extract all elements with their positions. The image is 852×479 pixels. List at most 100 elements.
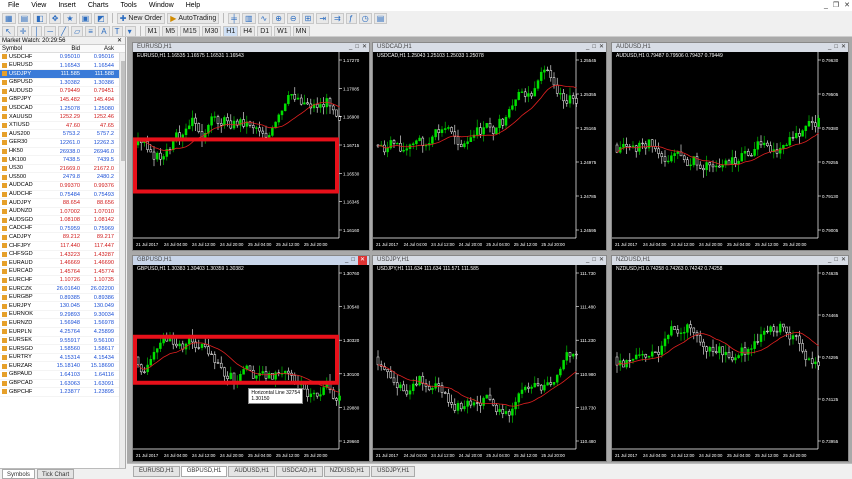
tile-windows-button[interactable]: ⊞ xyxy=(301,12,315,24)
chart-window-audusd[interactable]: AUDUSD,H1 _ □ ✕ 0.79630 0.79505 0.79380 0.7925… xyxy=(611,42,849,251)
menu-tools[interactable]: Tools xyxy=(114,0,142,11)
chart-tab-eurusd[interactable]: EURUSD,H1 xyxy=(133,466,180,477)
chart-title-bar[interactable]: USDJPY,H1 _ □ ✕ xyxy=(373,256,606,265)
maximize-icon[interactable]: □ xyxy=(592,256,596,265)
tf-h1[interactable]: H1 xyxy=(223,25,239,37)
chart-plot[interactable]: 0.79630 0.79505 0.79380 0.79255 0.79130 0.790… xyxy=(612,52,848,250)
col-bid[interactable]: Bid xyxy=(40,45,82,52)
chart-plot[interactable]: 1.17270 1.17085 1.16900 1.16715 1.16530 1.163… xyxy=(133,52,369,250)
market-watch-scrollbar[interactable] xyxy=(119,53,125,468)
tab-tick-chart[interactable]: Tick Chart xyxy=(37,469,75,479)
menu-help[interactable]: Help xyxy=(180,0,206,11)
new-order-button[interactable]: ✚ New Order xyxy=(116,12,166,24)
tf-m5[interactable]: M5 xyxy=(162,25,179,37)
price-chart[interactable]: 111.730 111.480 111.230 110.980 110.730 110.4… xyxy=(373,265,606,461)
terminal-button[interactable]: ▣ xyxy=(78,12,93,24)
autoscroll-button[interactable]: ⇉ xyxy=(331,12,344,24)
zoom-out-button[interactable]: ⊖ xyxy=(286,12,300,24)
chart-shift-button[interactable]: ⇥ xyxy=(316,12,330,24)
new-chart-button[interactable]: ▦ xyxy=(2,12,16,24)
chart-tab-nzdusd[interactable]: NZDUSD,H1 xyxy=(323,466,371,477)
bar-chart-button[interactable]: ╪ xyxy=(228,12,240,24)
tester-button[interactable]: ◩ xyxy=(94,12,108,24)
chart-title-bar[interactable]: NZDUSD,H1 _ □ ✕ xyxy=(612,256,848,265)
chart-window-gbpusd[interactable]: GBPUSD,H1 _ □ ✕ 1.30760 1.30540 1.30320 1.3010… xyxy=(132,255,370,462)
market-watch-button[interactable]: ◧ xyxy=(33,12,47,24)
chart-window-usdcad[interactable]: USDCAD,H1 _ □ ✕ 1.25545 1.25355 1.25165 1.2497… xyxy=(372,42,607,251)
chart-plot[interactable]: 1.30760 1.30540 1.30320 1.30100 1.29880 1.296… xyxy=(133,265,369,461)
chart-window-nzdusd[interactable]: NZDUSD,H1 _ □ ✕ 0.74635 0.74465 0.74295 0.7412… xyxy=(611,255,849,462)
fibonacci-button[interactable]: ≡ xyxy=(85,25,97,37)
maximize-icon[interactable]: □ xyxy=(834,43,838,52)
minimize-icon[interactable]: _ xyxy=(824,0,828,11)
label-button[interactable]: T xyxy=(111,25,123,37)
close-icon[interactable]: ✕ xyxy=(117,37,125,44)
menu-charts[interactable]: Charts xyxy=(82,0,115,11)
minimize-icon[interactable]: _ xyxy=(828,256,831,265)
close-icon[interactable]: ✕ xyxy=(841,256,846,265)
chart-tab-usdcad[interactable]: USDCAD,H1 xyxy=(276,466,323,477)
price-chart[interactable]: 0.74635 0.74465 0.74295 0.74125 0.73955 21 Ju… xyxy=(612,265,848,461)
profiles-button[interactable]: ▤ xyxy=(17,12,32,24)
navigator-button[interactable]: ★ xyxy=(63,12,77,24)
minimize-icon[interactable]: _ xyxy=(828,43,831,52)
channel-button[interactable]: ▱ xyxy=(71,25,84,37)
close-icon[interactable]: ✕ xyxy=(599,43,604,52)
minimize-icon[interactable]: _ xyxy=(349,43,352,52)
price-chart[interactable]: 0.79630 0.79505 0.79380 0.79255 0.79130 0.790… xyxy=(612,52,848,250)
cursor-button[interactable]: ↖ xyxy=(2,25,15,37)
periods-button[interactable]: ◷ xyxy=(358,12,372,24)
menu-insert[interactable]: Insert xyxy=(52,0,82,11)
menu-file[interactable]: File xyxy=(2,0,25,11)
chart-plot[interactable]: 111.730 111.480 111.230 110.980 110.730 110.4… xyxy=(373,265,606,461)
col-symbol[interactable]: Symbol xyxy=(0,45,40,52)
autotrading-button[interactable]: ▶ AutoTrading xyxy=(167,12,220,24)
chart-tab-usdjpy[interactable]: USDJPY,H1 xyxy=(371,466,416,477)
close-icon[interactable]: ✕ xyxy=(841,43,846,52)
minimize-icon[interactable]: _ xyxy=(586,256,589,265)
trendline-button[interactable]: ╱ xyxy=(58,25,70,37)
line-chart-button[interactable]: ∿ xyxy=(257,12,271,24)
tf-m15[interactable]: M15 xyxy=(180,25,200,37)
scrollbar-thumb[interactable] xyxy=(121,61,125,161)
chart-title-bar[interactable]: GBPUSD,H1 _ □ ✕ xyxy=(133,256,369,265)
chart-title-bar[interactable]: USDCAD,H1 _ □ ✕ xyxy=(373,43,606,52)
templates-button[interactable]: ▤ xyxy=(373,12,388,24)
chart-tab-audusd[interactable]: AUDUSD,H1 xyxy=(228,466,276,477)
tf-m30[interactable]: M30 xyxy=(201,25,222,37)
price-chart[interactable]: 1.30760 1.30540 1.30320 1.30100 1.29880 1.296… xyxy=(133,265,369,461)
tf-mn[interactable]: MN xyxy=(292,25,310,37)
crosshair-button[interactable]: ✛ xyxy=(16,25,30,37)
maximize-icon[interactable]: □ xyxy=(351,256,355,265)
close-icon[interactable]: ✕ xyxy=(362,43,367,52)
menu-view[interactable]: View xyxy=(25,0,52,11)
horizontal-line-button[interactable]: ─ xyxy=(44,25,57,37)
chart-window-usdjpy[interactable]: USDJPY,H1 _ □ ✕ 111.730 111.480 111.230 110.98… xyxy=(372,255,607,462)
chart-plot[interactable]: 1.25545 1.25355 1.25165 1.24975 1.24785 1.245… xyxy=(373,52,606,250)
candlestick-button[interactable]: ▥ xyxy=(241,12,256,24)
tf-d1[interactable]: D1 xyxy=(257,25,273,37)
vertical-line-button[interactable]: │ xyxy=(31,25,43,37)
price-chart[interactable]: 1.17270 1.17085 1.16900 1.16715 1.16530 1.163… xyxy=(133,52,369,250)
col-ask[interactable]: Ask xyxy=(82,45,116,52)
price-chart[interactable]: 1.25545 1.25355 1.25165 1.24975 1.24785 1.245… xyxy=(373,52,606,250)
minimize-icon[interactable]: _ xyxy=(345,256,348,265)
market-watch-row[interactable]: GBPCHF 1.23877 1.23895 xyxy=(0,388,125,397)
indicators-button[interactable]: ƒ xyxy=(345,12,357,24)
text-button[interactable]: A xyxy=(98,25,110,37)
tf-w1[interactable]: W1 xyxy=(274,25,291,37)
chart-title-bar[interactable]: AUDUSD,H1 _ □ ✕ xyxy=(612,43,848,52)
zoom-in-button[interactable]: ⊕ xyxy=(272,12,285,24)
tab-symbols[interactable]: Symbols xyxy=(2,469,36,479)
maximize-icon[interactable]: □ xyxy=(834,256,838,265)
restore-icon[interactable]: ❐ xyxy=(833,0,839,11)
minimize-icon[interactable]: _ xyxy=(586,43,589,52)
arrows-button[interactable]: ▾ xyxy=(124,25,136,37)
data-window-button[interactable]: ✥ xyxy=(48,12,62,24)
maximize-icon[interactable]: □ xyxy=(592,43,596,52)
chart-window-eurusd[interactable]: EURUSD,H1 _ □ ✕ 1.17270 1.17085 1.16900 1.1671… xyxy=(132,42,370,251)
chart-plot[interactable]: 0.74635 0.74465 0.74295 0.74125 0.73955 21 Ju… xyxy=(612,265,848,461)
tf-m1[interactable]: M1 xyxy=(144,25,161,37)
close-icon[interactable]: ✕ xyxy=(844,0,850,11)
chart-tab-gbpusd[interactable]: GBPUSD,H1 xyxy=(180,466,228,477)
